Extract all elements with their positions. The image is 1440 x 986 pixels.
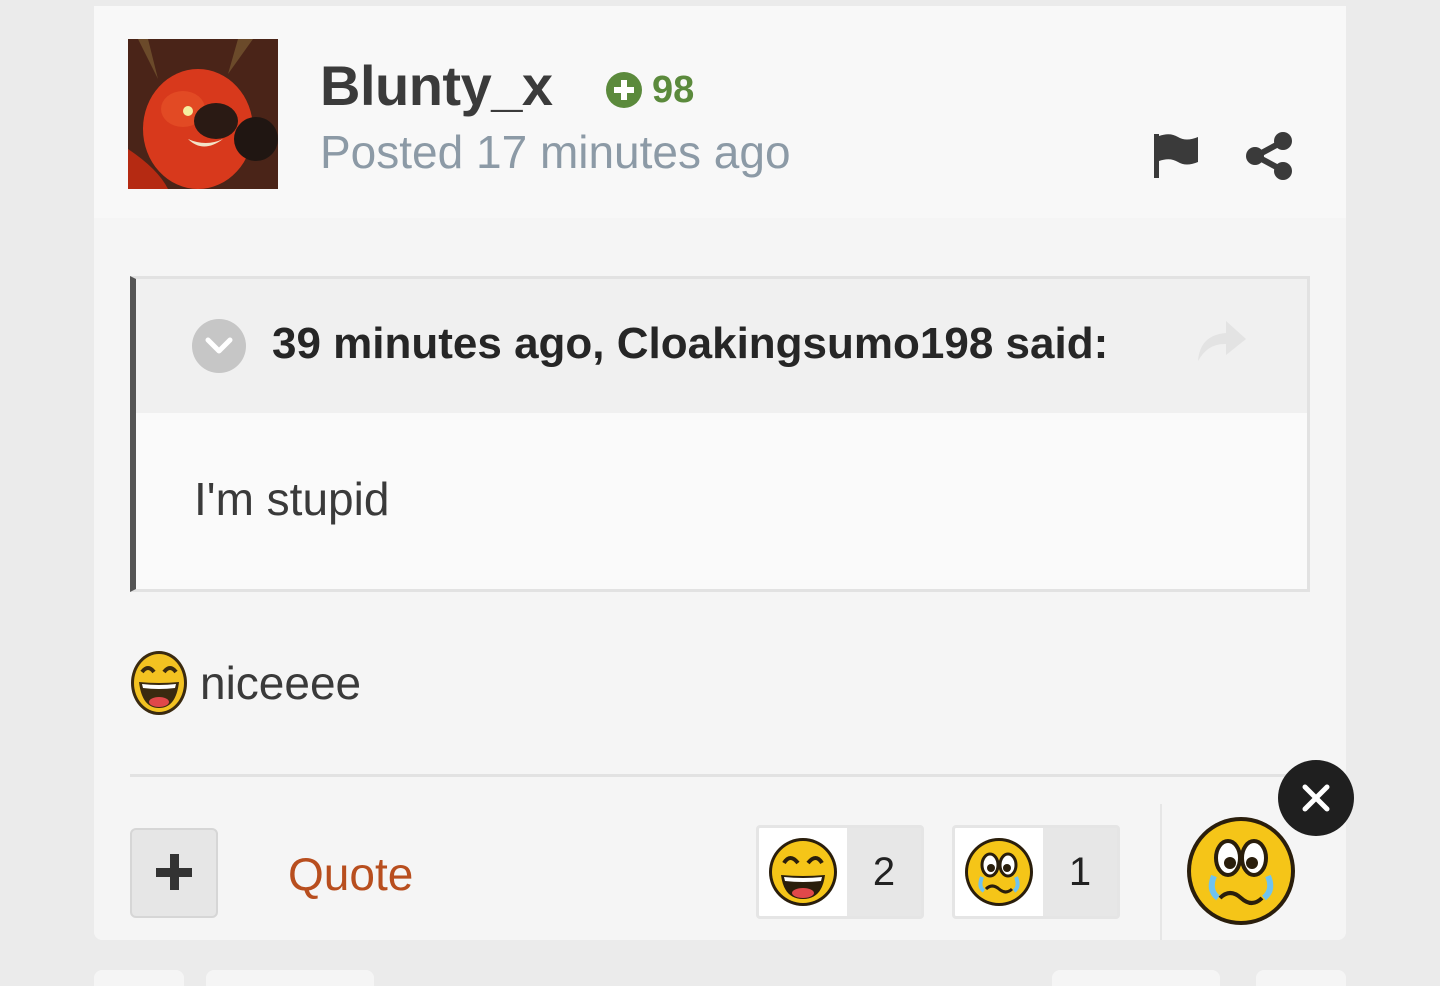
crying-emoji-icon [965, 838, 1033, 906]
divider [130, 774, 1310, 777]
next-post-tab [94, 970, 184, 986]
post-content: niceeee [130, 650, 361, 716]
crying-emoji-icon [1187, 817, 1295, 925]
laughing-emoji-icon [769, 838, 837, 906]
author-name[interactable]: Blunty_x [320, 54, 553, 118]
forum-post: Blunty_x 98 Posted 17 minutes ago 39 min… [94, 6, 1354, 940]
share-arrow-icon [1198, 321, 1246, 361]
reaction-count: 1 [1043, 828, 1117, 916]
post-timestamp: Posted 17 minutes ago [320, 126, 791, 178]
next-post-tab [206, 970, 374, 986]
quote-citation-bar: 39 minutes ago, Cloakingsumo198 said: [136, 279, 1307, 413]
close-reaction-picker-button[interactable] [1278, 760, 1354, 836]
share-button[interactable] [1244, 130, 1296, 182]
reputation-count: 98 [652, 68, 695, 111]
reaction-picker-button[interactable] [1186, 816, 1296, 926]
flag-icon [1154, 134, 1198, 178]
blockquote: 39 minutes ago, Cloakingsumo198 said: I'… [130, 276, 1310, 592]
quote-button[interactable]: Quote [288, 846, 413, 902]
reaction-laugh[interactable]: 2 [756, 825, 924, 919]
reputation-badge: 98 [606, 68, 695, 111]
quote-body: I'm stupid [194, 473, 390, 525]
quote-citation: 39 minutes ago, Cloakingsumo198 said: [272, 319, 1109, 368]
plus-circle-icon [606, 72, 642, 108]
reaction-separator [1160, 804, 1162, 940]
chevron-down-icon [205, 337, 233, 354]
reaction-cry[interactable]: 1 [952, 825, 1120, 919]
post-header: Blunty_x 98 Posted 17 minutes ago [94, 6, 1346, 218]
laughing-emoji-icon [131, 651, 187, 715]
close-icon [1302, 784, 1330, 812]
reaction-emoji [955, 828, 1043, 916]
quote-jump-button[interactable] [1194, 315, 1250, 365]
reaction-emoji [759, 828, 847, 916]
share-icon [1246, 132, 1292, 180]
next-post-tab [1052, 970, 1220, 986]
multiquote-button[interactable] [130, 828, 218, 918]
reaction-count: 2 [847, 828, 921, 916]
quote-toggle-button[interactable] [192, 319, 246, 373]
next-post-tab [1256, 970, 1346, 986]
report-button[interactable] [1150, 132, 1202, 180]
post-text: niceeee [200, 657, 362, 709]
avatar[interactable] [128, 39, 278, 189]
